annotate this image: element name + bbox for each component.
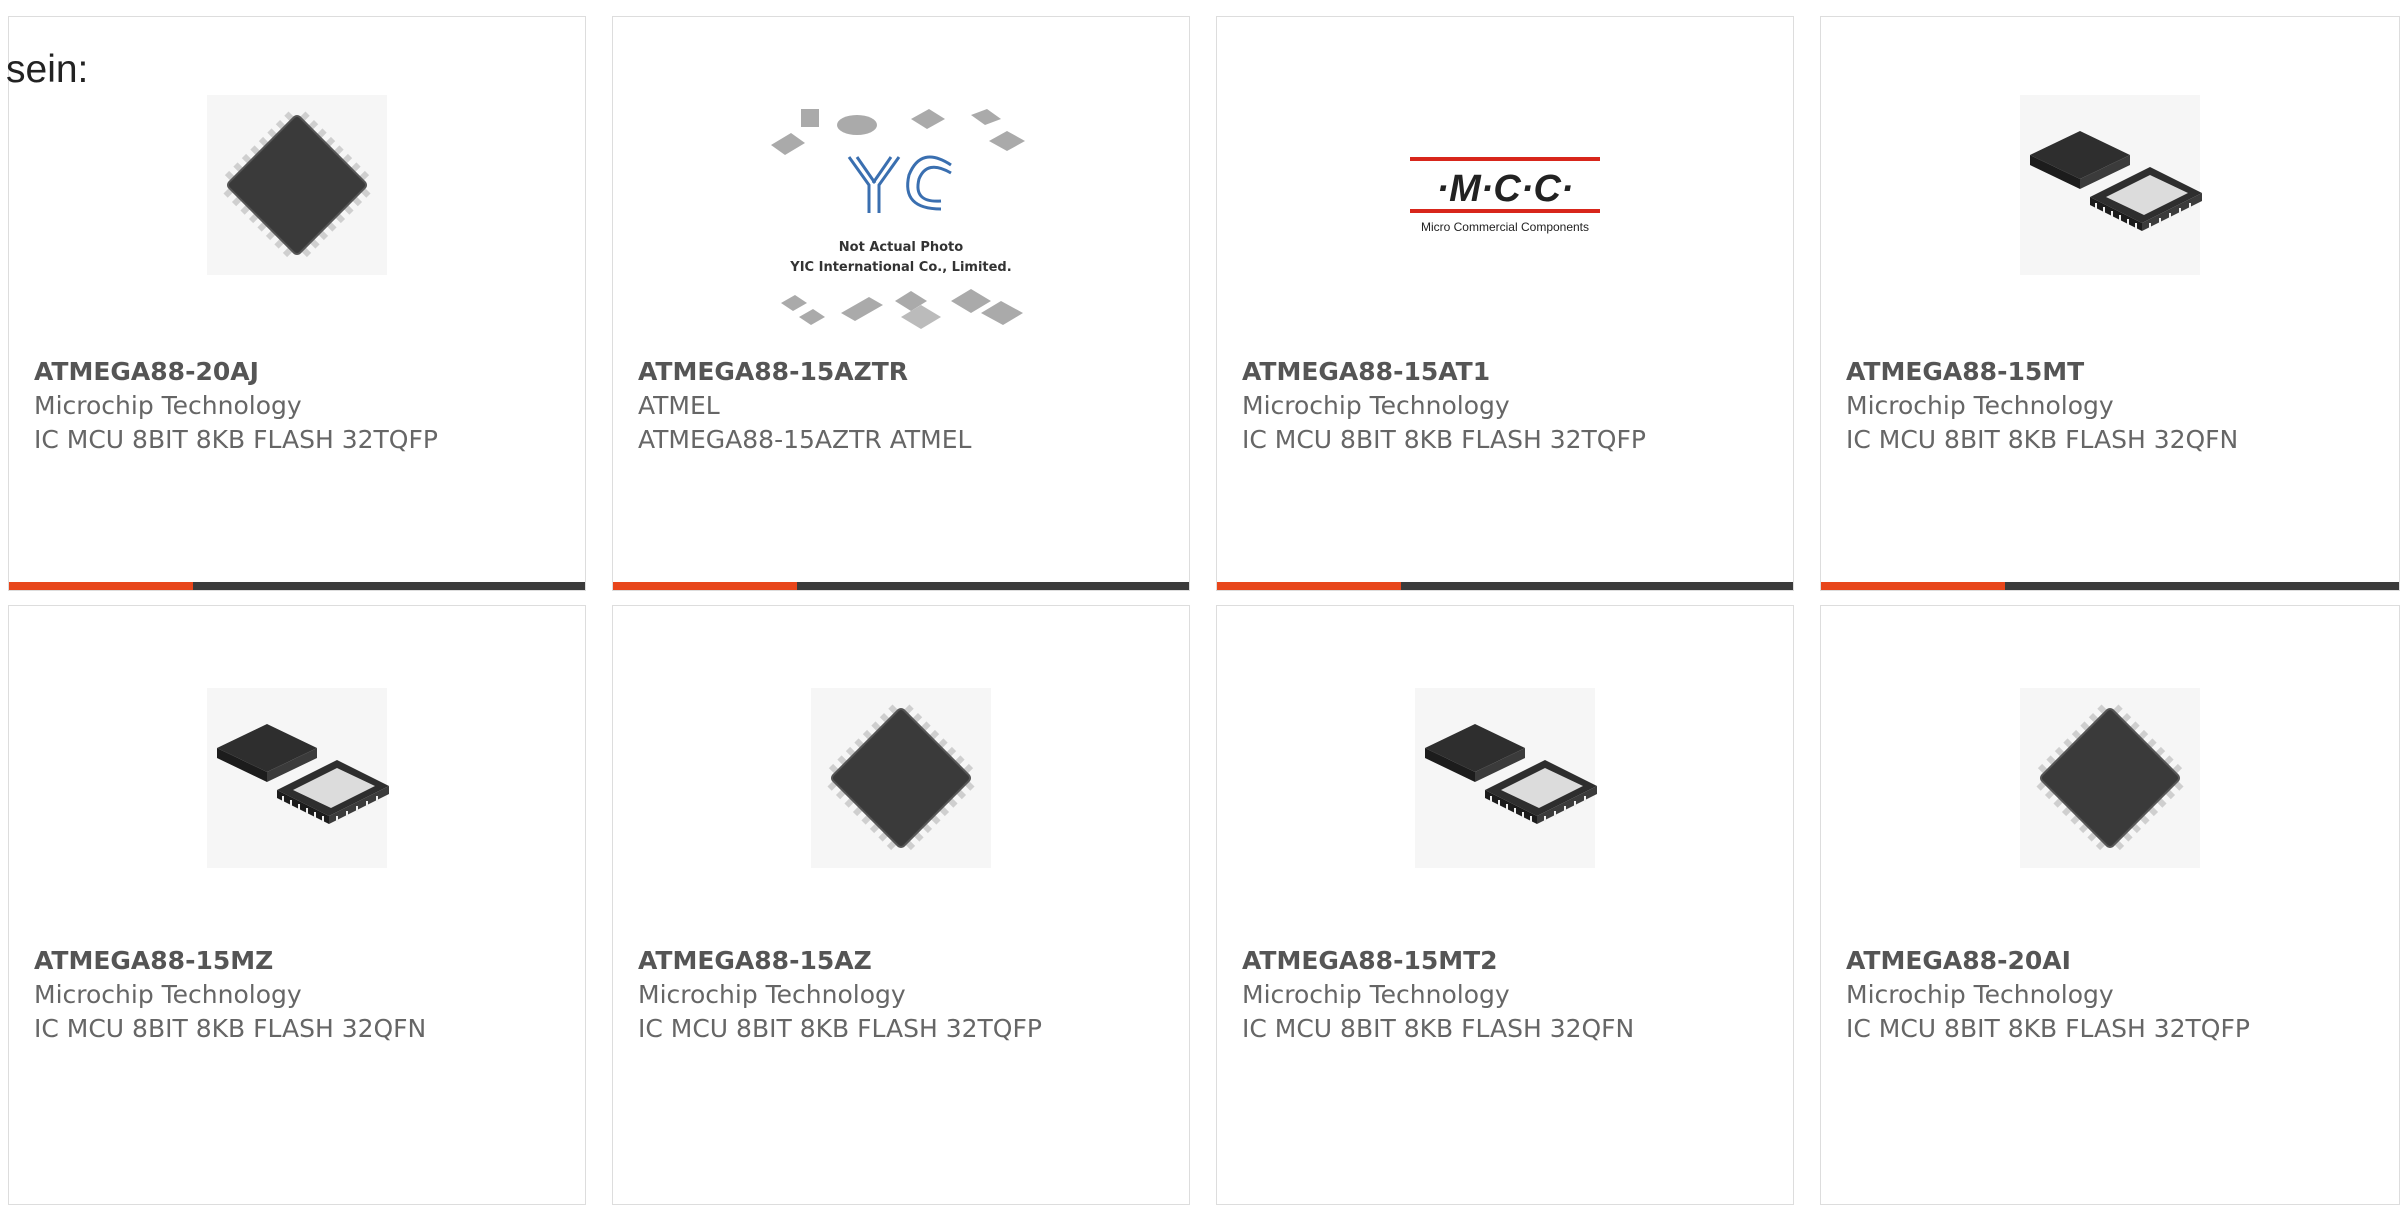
manufacturer: Microchip Technology <box>34 980 302 1009</box>
description: IC MCU 8BIT 8KB FLASH 32TQFP <box>34 425 438 454</box>
description: IC MCU 8BIT 8KB FLASH 32QFN <box>34 1014 427 1043</box>
manufacturer: Microchip Technology <box>34 391 302 420</box>
manufacturer: Microchip Technology <box>638 980 906 1009</box>
description: IC MCU 8BIT 8KB FLASH 32QFN <box>1242 1014 1635 1043</box>
part-number[interactable]: ATMEGA88-15AT1 <box>1242 355 1783 389</box>
mcc-logo: ·M·C·C· Micro Commercial Components <box>1400 143 1610 243</box>
card-bar-accent <box>613 582 797 590</box>
product-card[interactable]: ATMEGA88-15AZ Microchip Technology IC MC… <box>612 605 1190 1205</box>
mcc-logo-text: ·M·C·C· <box>1436 168 1573 210</box>
product-card[interactable]: ATMEGA88-15MT Microchip Technology IC MC… <box>1820 16 2400 591</box>
manufacturer: Microchip Technology <box>1846 391 2114 420</box>
part-number[interactable]: ATMEGA88-20AJ <box>34 355 575 389</box>
part-number[interactable]: ATMEGA88-20AI <box>1846 944 2389 978</box>
tqfp-chip-icon <box>2010 678 2210 878</box>
qfn-chip-icon <box>197 678 397 878</box>
description: ATMEGA88-15AZTR ATMEL <box>638 425 972 454</box>
yic-placeholder-logo: Not Actual Photo YIC International Co., … <box>761 105 1041 345</box>
product-card[interactable]: ATMEGA88-15MZ Microchip Technology IC MC… <box>8 605 586 1205</box>
manufacturer: ATMEL <box>638 391 720 420</box>
product-card[interactable]: ATMEGA88-20AJ Microchip Technology IC MC… <box>8 16 586 591</box>
description: IC MCU 8BIT 8KB FLASH 32TQFP <box>1242 425 1646 454</box>
card-bottom-bar <box>9 582 585 590</box>
product-grid: ATMEGA88-20AJ Microchip Technology IC MC… <box>8 16 2400 1205</box>
manufacturer: Microchip Technology <box>1242 980 1510 1009</box>
part-number[interactable]: ATMEGA88-15AZTR <box>638 355 1179 389</box>
product-card[interactable]: ATMEGA88-20AI Microchip Technology IC MC… <box>1820 605 2400 1205</box>
part-number[interactable]: ATMEGA88-15AZ <box>638 944 1179 978</box>
manufacturer: Microchip Technology <box>1242 391 1510 420</box>
description: IC MCU 8BIT 8KB FLASH 32TQFP <box>638 1014 1042 1043</box>
tqfp-chip-icon <box>197 85 397 285</box>
card-bottom-bar <box>1821 582 2399 590</box>
part-number[interactable]: ATMEGA88-15MT2 <box>1242 944 1783 978</box>
yic-caption-2: YIC International Co., Limited. <box>789 260 1011 275</box>
product-card[interactable]: Not Actual Photo YIC International Co., … <box>612 16 1190 591</box>
part-number[interactable]: ATMEGA88-15MZ <box>34 944 575 978</box>
tqfp-chip-icon <box>801 678 1001 878</box>
qfn-chip-icon <box>2010 85 2210 285</box>
intro-text: sein: <box>6 48 89 91</box>
mcc-logo-subtitle: Micro Commercial Components <box>1421 220 1589 234</box>
qfn-chip-icon <box>1405 678 1605 878</box>
description: IC MCU 8BIT 8KB FLASH 32TQFP <box>1846 1014 2250 1043</box>
manufacturer: Microchip Technology <box>1846 980 2114 1009</box>
card-bar-accent <box>1217 582 1401 590</box>
product-card[interactable]: ·M·C·C· Micro Commercial Components ATME… <box>1216 16 1794 591</box>
yic-caption-1: Not Actual Photo <box>839 240 963 255</box>
card-bottom-bar <box>1217 582 1793 590</box>
card-bottom-bar <box>613 582 1189 590</box>
part-number[interactable]: ATMEGA88-15MT <box>1846 355 2389 389</box>
card-bar-accent <box>9 582 193 590</box>
card-bar-accent <box>1821 582 2005 590</box>
description: IC MCU 8BIT 8KB FLASH 32QFN <box>1846 425 2239 454</box>
product-card[interactable]: ATMEGA88-15MT2 Microchip Technology IC M… <box>1216 605 1794 1205</box>
